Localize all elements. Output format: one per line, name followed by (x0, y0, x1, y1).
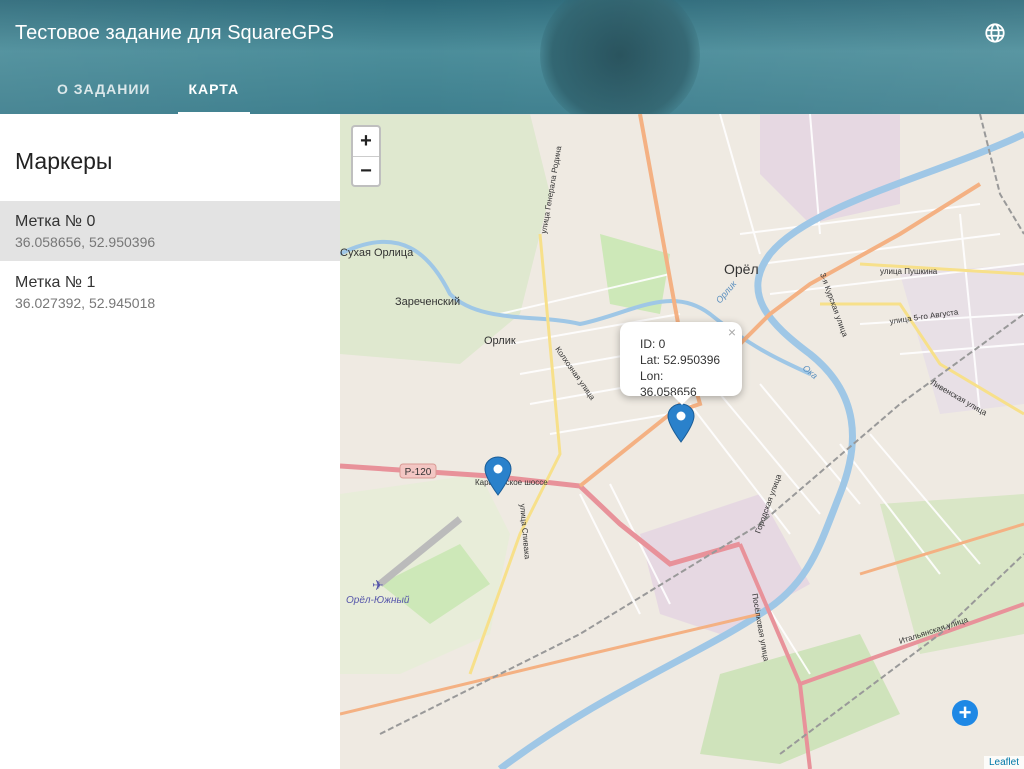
globe-icon[interactable] (984, 22, 1006, 44)
popup-lon: Lon: 36.058656 (640, 369, 697, 399)
marker-list-item-1[interactable]: Метка № 1 36.027392, 52.945018 (0, 262, 340, 322)
add-marker-button[interactable]: + (952, 700, 978, 726)
markers-sidebar: Маркеры Метка № 0 36.058656, 52.950396 М… (0, 114, 340, 769)
label-orlik: Орлик (484, 335, 516, 347)
sidebar-heading: Маркеры (15, 148, 113, 174)
tab-bar: О ЗАДАНИИ КАРТА (38, 80, 258, 114)
label-pushkina: улица Пушкина (880, 267, 938, 276)
zoom-out-button[interactable]: − (353, 156, 379, 185)
marker-coords: 36.058656, 52.950396 (15, 234, 156, 250)
popup-id: ID: 0 (640, 337, 666, 351)
marker-label: Метка № 1 (15, 274, 96, 291)
zoom-in-button[interactable]: + (353, 127, 379, 156)
label-sukhaya-orlitsa: Сухая Орлица (340, 247, 414, 259)
map-view[interactable]: Р-120 Сухая Орлица Зареченский Орлик Орё… (340, 114, 1024, 769)
leaflet-attribution-link[interactable]: Leaflet (983, 756, 1024, 769)
map-tiles: Р-120 Сухая Орлица Зареченский Орлик Орё… (340, 114, 1024, 769)
tab-map[interactable]: КАРТА (170, 80, 259, 114)
app-header: Тестовое задание для SquareGPS О ЗАДАНИИ… (0, 0, 1024, 114)
label-karachevskoe: Карачевское шоссе (475, 478, 548, 487)
zoom-control: + − (351, 125, 381, 187)
popup-close-button[interactable]: × (728, 324, 736, 340)
marker-label: Метка № 0 (15, 213, 96, 230)
tab-about[interactable]: О ЗАДАНИИ (38, 80, 170, 114)
popup-lat: Lat: 52.950396 (640, 353, 721, 367)
label-orel: Орёл (724, 261, 759, 277)
road-shield-r120: Р-120 (405, 467, 432, 478)
marker-coords: 36.027392, 52.945018 (15, 295, 156, 311)
marker-list-item-0[interactable]: Метка № 0 36.058656, 52.950396 (0, 201, 340, 261)
airport-icon: ✈ (372, 577, 384, 593)
label-orel-yuzhny: Орёл-Южный (346, 595, 410, 606)
marker-popup: × ID: 0 Lat: 52.950396 Lon: 36.058656 (620, 322, 742, 405)
label-zarechensky: Зареченский (395, 296, 460, 308)
app-title: Тестовое задание для SquareGPS (15, 22, 334, 44)
